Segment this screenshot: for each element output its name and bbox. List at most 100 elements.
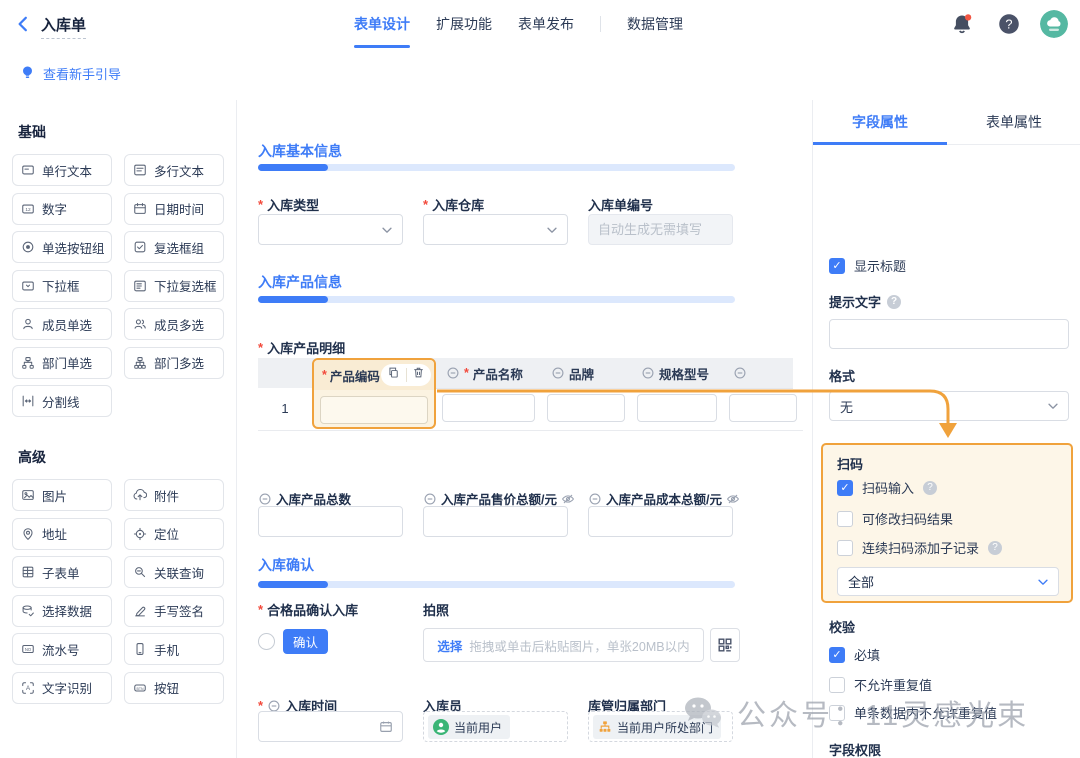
table-cell-input[interactable] [442,394,535,422]
palette-item-image[interactable]: 图片 [12,479,112,511]
photo-upload-area[interactable]: 选择 拖拽或单击后粘贴图片，单张20MB以内 [423,628,704,662]
rk-type-select[interactable] [258,214,403,245]
tab-3[interactable]: 表单发布 [518,0,574,48]
palette-item-label: 分割线 [42,392,80,411]
dept-field[interactable]: 当前用户所处部门 [588,711,733,742]
palette-item-signature[interactable]: 手写签名 [124,595,224,627]
total-field-input-3[interactable] [588,506,733,537]
table-column-header[interactable]: *产品名称 [436,358,541,388]
palette-item-relation-query[interactable]: 关联查询 [124,556,224,588]
validate-option-3[interactable]: 单条数据内不允许重复值 [829,703,997,722]
rk-warehouse-select[interactable] [423,214,568,245]
user-avatar[interactable] [1040,10,1068,38]
total-field-input-1[interactable] [258,506,403,537]
palette-item-label: 地址 [42,524,67,543]
current-user-chip[interactable]: 当前用户 [428,715,510,739]
show-title-checkbox-row[interactable]: ✓ 显示标题 [829,256,906,275]
palette-item-multi-line-text[interactable]: 多行文本 [124,154,224,186]
trash-icon[interactable] [412,366,425,384]
section-title-basic[interactable]: 入库基本信息 [258,141,342,161]
checkbox[interactable] [837,511,853,527]
help-icon[interactable]: ? [988,541,1002,555]
checkbox-checked[interactable]: ✓ [829,258,845,274]
secondary-toolbar: 查看新手引导 预览 保存 [0,48,1080,101]
help-icon[interactable]: ? [998,13,1020,35]
palette-item-radio-group[interactable]: 单选按钮组 [12,231,112,263]
palette-item-divider[interactable]: 分割线 [12,385,112,417]
panel-tabs: 字段属性表单属性 [813,100,1080,145]
palette-item-datetime[interactable]: 日期时间 [124,193,224,225]
newbie-guide-link[interactable]: 查看新手引导 [20,64,121,83]
time-date-input[interactable] [258,711,403,742]
table-column-header[interactable]: 规格型号 [631,358,723,388]
panel-tab-2[interactable]: 表单属性 [947,100,1080,144]
checkbox[interactable] [829,677,845,693]
upload-choose-link[interactable]: 选择 [437,636,462,655]
field-permission-label: 字段权限 [829,740,881,758]
validate-option-1[interactable]: ✓ 必填 [829,645,880,664]
palette-item-dropdown-multi[interactable]: 下拉复选框 [124,270,224,302]
confirm-radio[interactable] [258,633,275,650]
scan-option-2[interactable]: 可修改扫码结果 [837,509,953,528]
section-title-confirm[interactable]: 入库确认 [258,555,314,575]
palette-item-serial-number[interactable]: NO流水号 [12,633,112,665]
required-asterisk: * [258,602,263,617]
form-title[interactable]: 入库单 [41,14,86,39]
palette-item-checkbox-group[interactable]: 复选框组 [124,231,224,263]
palette-item-attachment[interactable]: 附件 [124,479,224,511]
column-label: 品牌 [569,364,594,383]
table-cell-input[interactable] [637,394,717,422]
palette-item-label: 数字 [42,199,67,218]
section-title-product[interactable]: 入库产品信息 [258,272,342,292]
qr-scan-button[interactable] [710,628,740,662]
palette-item-label: 单选按钮组 [42,238,105,257]
confirm-option-chip[interactable]: 确认 [283,629,328,654]
palette-item-dept-multi[interactable]: 部门多选 [124,347,224,379]
palette-item-number[interactable]: 12数字 [12,193,112,225]
rk-no-input[interactable] [588,214,733,245]
checkbox-checked[interactable]: ✓ [829,647,845,663]
palette-item-single-line-text[interactable]: 单行文本 [12,154,112,186]
palette-item-location[interactable]: 定位 [124,518,224,550]
copy-icon[interactable] [387,366,400,384]
selected-cell-input[interactable] [320,396,428,424]
table-column-header-partial[interactable] [723,358,803,388]
notifications-bell-icon[interactable] [951,13,973,35]
checkbox[interactable] [829,705,845,721]
palette-item-address[interactable]: 地址 [12,518,112,550]
validate-option-label: 必填 [854,645,880,664]
palette-item-button[interactable]: BTN按钮 [124,672,224,704]
tab-2[interactable]: 扩展功能 [436,0,492,48]
format-select[interactable]: 无 [829,391,1069,421]
tab-4[interactable]: 数据管理 [627,0,683,48]
palette-item-phone[interactable]: 手机 [124,633,224,665]
palette-item-member-multi[interactable]: 成员多选 [124,308,224,340]
palette-item-subform[interactable]: 子表单 [12,556,112,588]
table-cell-input[interactable] [729,394,797,422]
table-cell-input[interactable] [547,394,625,422]
calendar-icon [379,720,393,734]
palette-item-member-single[interactable]: 成员单选 [12,308,112,340]
total-field-input-2[interactable] [423,506,568,537]
tab-1[interactable]: 表单设计 [354,0,410,48]
current-user-dept-chip[interactable]: 当前用户所处部门 [593,715,721,739]
help-icon[interactable]: ? [923,481,937,495]
validate-option-2[interactable]: 不允许重复值 [829,675,932,694]
back-icon[interactable] [14,15,32,33]
checkbox-checked[interactable]: ✓ [837,480,853,496]
table-column-header[interactable]: 品牌 [541,358,631,388]
hint-text-input[interactable] [829,319,1069,349]
scan-option-1[interactable]: ✓扫码输入? [837,478,937,497]
scan-option-3[interactable]: 连续扫码添加子记录? [837,538,1002,557]
scan-scope-select[interactable]: 全部 [837,567,1059,596]
palette-item-data-select[interactable]: 选择数据 [12,595,112,627]
selected-column-product-code[interactable]: *产品编码 [312,358,436,429]
palette-item-dept-single[interactable]: 部门单选 [12,347,112,379]
palette-item-ocr[interactable]: A文字识别 [12,672,112,704]
panel-tab-1[interactable]: 字段属性 [813,100,947,144]
hint-text-label: 提示文字? [829,292,901,311]
palette-item-dropdown[interactable]: 下拉框 [12,270,112,302]
clerk-field[interactable]: 当前用户 [423,711,568,742]
help-icon[interactable]: ? [887,295,901,309]
checkbox[interactable] [837,540,853,556]
